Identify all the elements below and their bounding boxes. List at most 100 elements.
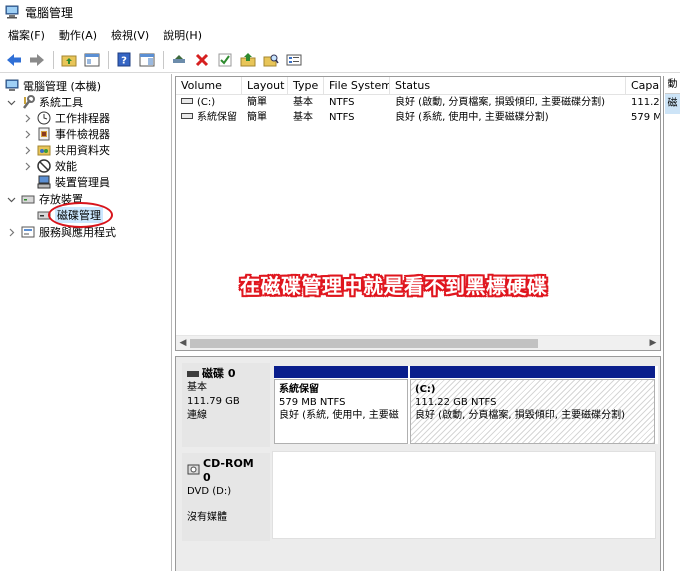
tree-item-event-viewer[interactable]: 事件檢視器 <box>22 126 110 142</box>
tree-item-storage[interactable]: 存放裝置 <box>6 191 83 207</box>
search-folder-icon <box>263 54 279 66</box>
cdrom-0-type: DVD (D:) <box>187 486 232 497</box>
delete-x-icon <box>195 53 209 66</box>
menu-bar: 檔案(F) 動作(A) 檢視(V) 說明(H) <box>0 26 680 46</box>
shared-folder-icon <box>36 143 51 158</box>
column-header-volume[interactable]: Volume <box>176 77 242 95</box>
partition-name: (C:) <box>415 384 436 395</box>
column-header-file-system[interactable]: File System <box>324 77 390 95</box>
chevron-right-icon[interactable] <box>6 227 16 237</box>
tree-item-system-tools[interactable]: 系統工具 <box>6 94 83 110</box>
delete-button[interactable] <box>191 49 213 71</box>
folder-up-icon <box>61 55 77 66</box>
menu-file[interactable]: 檔案(F) <box>0 26 52 46</box>
disk-name: 磁碟 0 <box>187 367 265 381</box>
partition-c-drive[interactable]: (C:) 111.22 GB NTFS 良好 (啟動, 分頁檔案, 損毀傾印, … <box>410 366 655 444</box>
volume-name: (C:) <box>197 97 216 108</box>
cell-capacity: 579 M <box>631 112 661 123</box>
toolbar-separator <box>163 50 164 69</box>
cell-fs: NTFS <box>329 112 355 123</box>
cell-status: 良好 (啟動, 分頁檔案, 損毀傾印, 主要磁碟分割) <box>395 97 606 108</box>
tree-label: 共用資料夾 <box>55 144 110 157</box>
disk-0-name: 磁碟 0 <box>202 367 236 380</box>
menu-action[interactable]: 動作(A) <box>52 26 104 46</box>
chevron-down-icon[interactable] <box>6 194 16 204</box>
actions-pane-header: 動 <box>665 76 680 94</box>
back-arrow-icon <box>7 53 21 66</box>
scroll-left-arrow-icon[interactable]: ◀ <box>176 336 190 350</box>
cell-volume: 系統保留 <box>176 110 242 125</box>
column-header-capacity[interactable]: Capa <box>626 77 660 95</box>
menu-help[interactable]: 說明(H) <box>156 26 209 46</box>
cell-type: 基本 <box>293 97 313 108</box>
tree-item-device-manager[interactable]: 裝置管理員 <box>36 174 110 190</box>
tree-item-task-scheduler[interactable]: 工作排程器 <box>22 110 110 126</box>
cell-capacity: 111.2 <box>631 97 660 108</box>
window-title: 電腦管理 <box>25 5 74 20</box>
tree-item-disk-management[interactable]: 磁碟管理 <box>36 207 103 223</box>
computer-management-icon <box>4 79 19 94</box>
partition-status: 良好 (系統, 使用中, 主要磁 <box>279 410 399 421</box>
tree-item-services-applications[interactable]: 服務與應用程式 <box>6 224 116 240</box>
table-row[interactable]: (C:) 簡單 基本 NTFS 良好 (啟動, 分頁檔案, 損毀傾印, 主要磁碟… <box>176 95 660 110</box>
partition-status: 良好 (啟動, 分頁檔案, 損毀傾印, 主要磁碟分割) <box>415 410 626 421</box>
horizontal-scrollbar[interactable]: ◀ ▶ <box>176 335 660 350</box>
volume-icon <box>181 98 193 104</box>
partition-body: (C:) 111.22 GB NTFS 良好 (啟動, 分頁檔案, 損毀傾印, … <box>410 379 655 444</box>
tree-item-shared-folders[interactable]: 共用資料夾 <box>22 142 110 158</box>
up-level-button[interactable] <box>58 49 80 71</box>
disk-0-label[interactable]: 磁碟 0 基本 111.79 GB 連線 <box>182 363 270 447</box>
tree-label: 工作排程器 <box>55 112 110 125</box>
cell-layout: 簡單 <box>247 97 267 108</box>
storage-icon <box>20 192 35 207</box>
event-viewer-icon <box>36 127 51 142</box>
table-row[interactable]: 系統保留 簡單 基本 NTFS 良好 (系統, 使用中, 主要磁碟分割) 579… <box>176 110 661 125</box>
column-header-type[interactable]: Type <box>288 77 324 95</box>
connect-button[interactable] <box>168 49 190 71</box>
toolbar-separator <box>108 50 109 69</box>
cdrom-0-label[interactable]: CD-ROM 0 DVD (D:) 沒有媒體 <box>182 453 270 541</box>
volume-list-header: Volume Layout Type File System Status Ca… <box>176 77 660 95</box>
connect-icon <box>173 54 185 63</box>
actions-pane: 動 磁 <box>663 76 680 571</box>
console-tree: 電腦管理 (本機) 系統工具 工作排程器 事件檢視器 共用資料夾 效能 裝置管理… <box>0 74 172 571</box>
scroll-right-arrow-icon[interactable]: ▶ <box>646 336 660 350</box>
tree-label: 系統工具 <box>39 96 83 109</box>
tree-item-computer-management[interactable]: 電腦管理 (本機) <box>4 78 101 94</box>
actions-pane-item[interactable]: 磁 <box>665 94 680 114</box>
menu-view[interactable]: 檢視(V) <box>104 26 156 46</box>
tree-label: 效能 <box>55 160 77 173</box>
show-hide-console-tree-button[interactable] <box>81 49 103 71</box>
column-header-status[interactable]: Status <box>390 77 626 95</box>
disk-0-partitions: 系統保留 579 MB NTFS 良好 (系統, 使用中, 主要磁 (C:) 1… <box>274 366 658 444</box>
cdrom-0-name: CD-ROM 0 <box>203 457 254 484</box>
tree-label: 存放裝置 <box>39 193 83 206</box>
disk-management-icon <box>36 208 51 223</box>
back-button[interactable] <box>3 49 25 71</box>
chevron-right-icon[interactable] <box>22 113 32 123</box>
cdrom-name: CD-ROM 0 <box>187 457 265 485</box>
import-button[interactable] <box>237 49 259 71</box>
volume-icon <box>181 113 193 119</box>
disk-graphical-view: 磁碟 0 基本 111.79 GB 連線 系統保留 579 MB NTFS 良好… <box>175 356 661 571</box>
check-button[interactable] <box>214 49 236 71</box>
search-button[interactable] <box>260 49 282 71</box>
tree-label: 磁碟管理 <box>55 207 103 223</box>
cdrom-0-area[interactable] <box>272 451 656 539</box>
scrollbar-thumb[interactable] <box>190 339 538 348</box>
chevron-right-icon[interactable] <box>22 129 32 139</box>
chevron-right-icon[interactable] <box>22 145 32 155</box>
tree-item-performance[interactable]: 效能 <box>22 158 77 174</box>
forward-button[interactable] <box>26 49 48 71</box>
chevron-right-icon[interactable] <box>22 161 32 171</box>
properties-button[interactable] <box>283 49 305 71</box>
partition-system-reserved[interactable]: 系統保留 579 MB NTFS 良好 (系統, 使用中, 主要磁 <box>274 366 408 444</box>
show-action-pane-button[interactable] <box>136 49 158 71</box>
chevron-down-icon[interactable] <box>6 97 16 107</box>
properties-icon <box>286 54 302 65</box>
column-header-layout[interactable]: Layout <box>242 77 288 95</box>
partition-name: 系統保留 <box>279 384 319 395</box>
cdrom-0-state: 沒有媒體 <box>187 512 227 523</box>
help-button[interactable]: ? <box>113 49 135 71</box>
computer-management-icon <box>5 5 19 19</box>
